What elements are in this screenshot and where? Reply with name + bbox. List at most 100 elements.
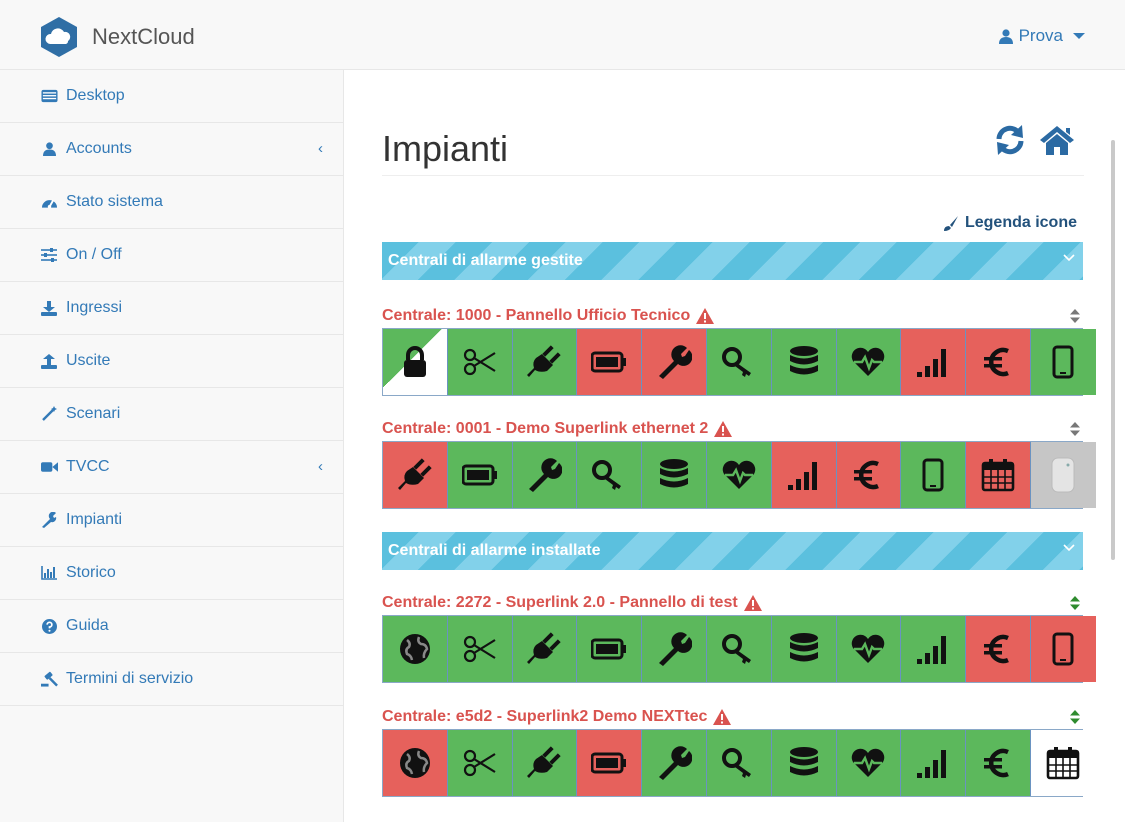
status-tile-plug[interactable] — [512, 329, 578, 395]
wrench-icon — [656, 344, 693, 380]
calendar-icon — [980, 457, 1016, 493]
battery-icon — [591, 344, 627, 380]
gavel-icon — [40, 671, 58, 687]
status-tile-signal[interactable] — [771, 442, 837, 508]
status-tile-battery[interactable] — [577, 730, 643, 796]
dashboard-icon — [40, 194, 58, 210]
status-tile-wrench[interactable] — [512, 442, 578, 508]
group-header[interactable]: Centrali di allarme installate — [382, 532, 1083, 570]
status-tile-signal[interactable] — [901, 329, 967, 395]
status-tile-plug[interactable] — [383, 442, 448, 508]
caret-down-icon — [1073, 33, 1085, 39]
sidebar-item-accounts[interactable]: Accounts ‹ — [0, 123, 343, 176]
central-title[interactable]: Centrale: e5d2 - Superlink2 Demo NEXTtec — [382, 708, 732, 726]
status-tile-database[interactable] — [771, 730, 837, 796]
sidebar-item-tvcc[interactable]: TVCC ‹ — [0, 441, 343, 494]
status-tile-globe[interactable] — [383, 616, 448, 682]
status-tile-database[interactable] — [771, 329, 837, 395]
central-title[interactable]: Centrale: 2272 - Superlink 2.0 - Pannell… — [382, 594, 762, 612]
status-tile-row — [382, 328, 1096, 396]
chevron-left-icon[interactable]: ‹ — [318, 458, 323, 475]
paint-brush-icon — [943, 216, 958, 231]
euro-icon — [850, 457, 886, 493]
status-tile-mobile[interactable] — [901, 442, 967, 508]
status-tile-calendar[interactable] — [966, 442, 1031, 508]
status-tile-heartbeat[interactable] — [836, 616, 902, 682]
status-tile-globe[interactable] — [383, 730, 448, 796]
refresh-icon[interactable] — [993, 125, 1027, 155]
status-tile-scissors[interactable] — [447, 730, 513, 796]
status-tile-lock[interactable] — [383, 329, 448, 395]
status-tile-calendar[interactable] — [1030, 730, 1096, 796]
status-tile-database[interactable] — [642, 442, 707, 508]
status-tile-wrench[interactable] — [642, 616, 707, 682]
sidebar-item-guida[interactable]: Guida — [0, 600, 343, 653]
sidebar-item-scenari[interactable]: Scenari — [0, 388, 343, 441]
status-tile-key[interactable] — [706, 616, 772, 682]
status-tile-signal[interactable] — [901, 730, 967, 796]
group-header[interactable]: Centrali di allarme gestite — [382, 242, 1083, 280]
user-name: Prova — [1018, 26, 1063, 45]
status-tile-scissors[interactable] — [447, 616, 513, 682]
wrench-icon — [526, 457, 563, 493]
status-tile-scissors[interactable] — [447, 329, 513, 395]
status-tile-key[interactable] — [577, 442, 643, 508]
status-tile-database[interactable] — [771, 616, 837, 682]
status-tile-wrench[interactable] — [642, 730, 707, 796]
sidebar-item-termini-di-servizio[interactable]: Termini di servizio — [0, 653, 343, 706]
central-title[interactable]: Centrale: 0001 - Demo Superlink ethernet… — [382, 420, 733, 438]
sidebar-item-impianti[interactable]: Impianti — [0, 494, 343, 547]
warning-icon — [696, 308, 715, 324]
legend-label: Legenda icone — [964, 214, 1077, 231]
sort-icon[interactable] — [1070, 422, 1080, 441]
sidebar-item-on-off[interactable]: On / Off — [0, 229, 343, 282]
sidebar-item-label: On / Off — [66, 246, 122, 263]
wrench-icon — [656, 745, 693, 781]
status-tile-battery[interactable] — [577, 329, 643, 395]
status-tile-plug[interactable] — [512, 616, 578, 682]
user-menu[interactable]: Prova — [998, 26, 1085, 46]
legend-link[interactable]: Legenda icone — [943, 214, 1077, 232]
title-tools — [993, 125, 1075, 155]
central-title[interactable]: Centrale: 1000 - Pannello Ufficio Tecnic… — [382, 307, 715, 325]
status-tile-euro[interactable] — [836, 442, 902, 508]
sidebar-item-label: Uscite — [66, 352, 111, 369]
status-tile-key[interactable] — [706, 329, 772, 395]
scrollbar[interactable] — [1111, 140, 1115, 560]
sidebar-item-stato-sistema[interactable]: Stato sistema — [0, 176, 343, 229]
sort-icon[interactable] — [1070, 710, 1080, 729]
status-tile-heartbeat[interactable] — [836, 329, 902, 395]
sidebar-item-storico[interactable]: Storico — [0, 547, 343, 600]
status-tile-mobile[interactable] — [1030, 329, 1096, 395]
sort-icon[interactable] — [1070, 309, 1080, 328]
sidebar-item-ingressi[interactable]: Ingressi — [0, 282, 343, 335]
brand[interactable]: NextCloud — [38, 16, 195, 58]
chevron-left-icon[interactable]: ‹ — [318, 140, 323, 157]
battery-icon — [591, 745, 627, 781]
status-tile-euro[interactable] — [966, 329, 1031, 395]
calendar-icon — [1045, 745, 1081, 781]
warning-icon — [743, 595, 762, 611]
status-tile-mobile[interactable] — [1030, 616, 1096, 682]
status-tile-key[interactable] — [706, 730, 772, 796]
status-tile-heartbeat[interactable] — [706, 442, 772, 508]
chevron-down-icon — [1063, 254, 1075, 262]
heartbeat-icon — [850, 745, 886, 781]
status-tile-euro[interactable] — [966, 730, 1031, 796]
status-tile-battery[interactable] — [577, 616, 643, 682]
status-tile-wrench[interactable] — [642, 329, 707, 395]
status-tile-signal[interactable] — [901, 616, 967, 682]
sort-icon[interactable] — [1070, 596, 1080, 615]
status-tile-euro[interactable] — [966, 616, 1031, 682]
status-tile-device[interactable] — [1030, 442, 1096, 508]
home-icon[interactable] — [1039, 125, 1075, 155]
plug-icon — [526, 745, 562, 781]
sidebar-item-desktop[interactable]: Desktop — [0, 70, 343, 123]
status-tile-heartbeat[interactable] — [836, 730, 902, 796]
database-icon — [786, 745, 822, 781]
status-tile-plug[interactable] — [512, 730, 578, 796]
video-camera-icon — [40, 459, 58, 475]
battery-icon — [591, 631, 627, 667]
sidebar-item-uscite[interactable]: Uscite — [0, 335, 343, 388]
status-tile-battery[interactable] — [447, 442, 513, 508]
